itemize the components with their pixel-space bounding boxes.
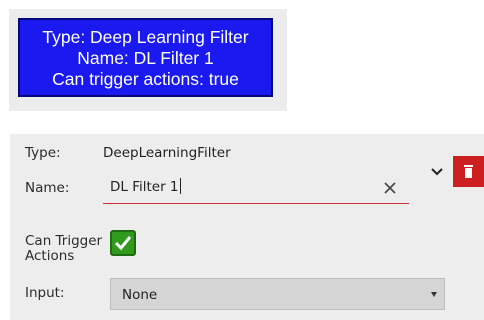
name-label: Name: bbox=[25, 180, 70, 196]
name-input[interactable]: DL Filter 1 bbox=[103, 174, 409, 204]
tooltip-name-line: Name: DL Filter 1 bbox=[77, 48, 214, 68]
tooltip-trigger-line: Can trigger actions: true bbox=[52, 69, 239, 89]
name-input-text: DL Filter 1 bbox=[110, 178, 181, 195]
text-caret bbox=[179, 178, 181, 194]
chevron-down-icon[interactable] bbox=[430, 167, 444, 177]
close-icon[interactable] bbox=[382, 180, 398, 196]
type-value: DeepLearningFilter bbox=[103, 145, 231, 161]
trash-icon bbox=[464, 165, 473, 178]
check-icon bbox=[114, 236, 132, 251]
input-select-value: None bbox=[122, 287, 158, 303]
can-trigger-checkbox[interactable] bbox=[110, 230, 136, 256]
dropdown-arrow-icon bbox=[431, 292, 437, 297]
delete-button[interactable] bbox=[453, 156, 484, 187]
input-select[interactable]: None bbox=[110, 278, 445, 310]
input-label: Input: bbox=[25, 285, 65, 301]
trigger-label-line2: Actions bbox=[25, 248, 75, 264]
node-tooltip: Type: Deep Learning Filter Name: DL Filt… bbox=[18, 18, 273, 97]
type-label: Type: bbox=[25, 145, 61, 161]
trigger-label-line1: Can Trigger bbox=[25, 233, 103, 249]
name-input-value: DL Filter 1 bbox=[110, 179, 179, 195]
tooltip-type-line: Type: Deep Learning Filter bbox=[42, 27, 249, 47]
